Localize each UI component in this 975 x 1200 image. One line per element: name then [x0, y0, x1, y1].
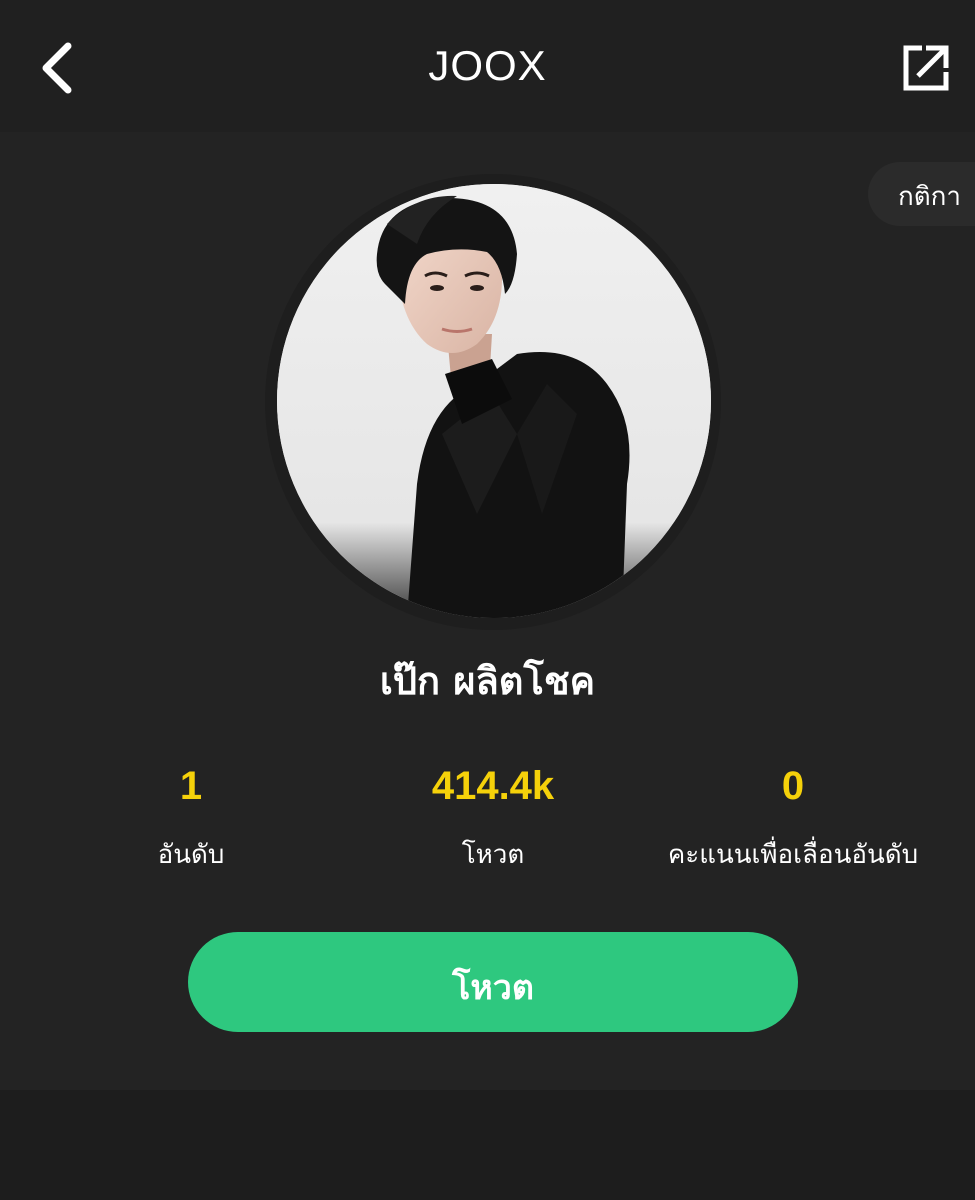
rank-value: 1 [179, 764, 203, 808]
top-bar: JOOX [0, 0, 975, 132]
bottom-spacer [0, 1090, 975, 1200]
rules-label: กติกา [898, 182, 961, 212]
artist-portrait [277, 184, 711, 618]
artist-avatar [277, 184, 711, 618]
vote-button-label: โหวต [452, 968, 534, 1008]
rank-label: อันดับ [157, 840, 225, 870]
rules-button[interactable]: กติกา [868, 162, 975, 226]
points-to-rank-up-label: คะแนนเพื่อเลื่อนอันดับ [667, 840, 919, 870]
share-button[interactable] [896, 38, 956, 98]
artist-card: กติกา เป๊ก ผลิตโชค 1 อันดับ 414.4k โหวต … [0, 132, 975, 1090]
artist-name: เป๊ก ผลิตโชค [379, 659, 596, 703]
votes-label: โหวต [461, 840, 525, 870]
votes-value: 414.4k [431, 764, 555, 808]
points-to-rank-up-value: 0 [781, 764, 805, 808]
external-share-icon [903, 45, 949, 91]
vote-button[interactable]: โหวต [188, 932, 798, 1032]
app-title: JOOX [428, 42, 547, 89]
